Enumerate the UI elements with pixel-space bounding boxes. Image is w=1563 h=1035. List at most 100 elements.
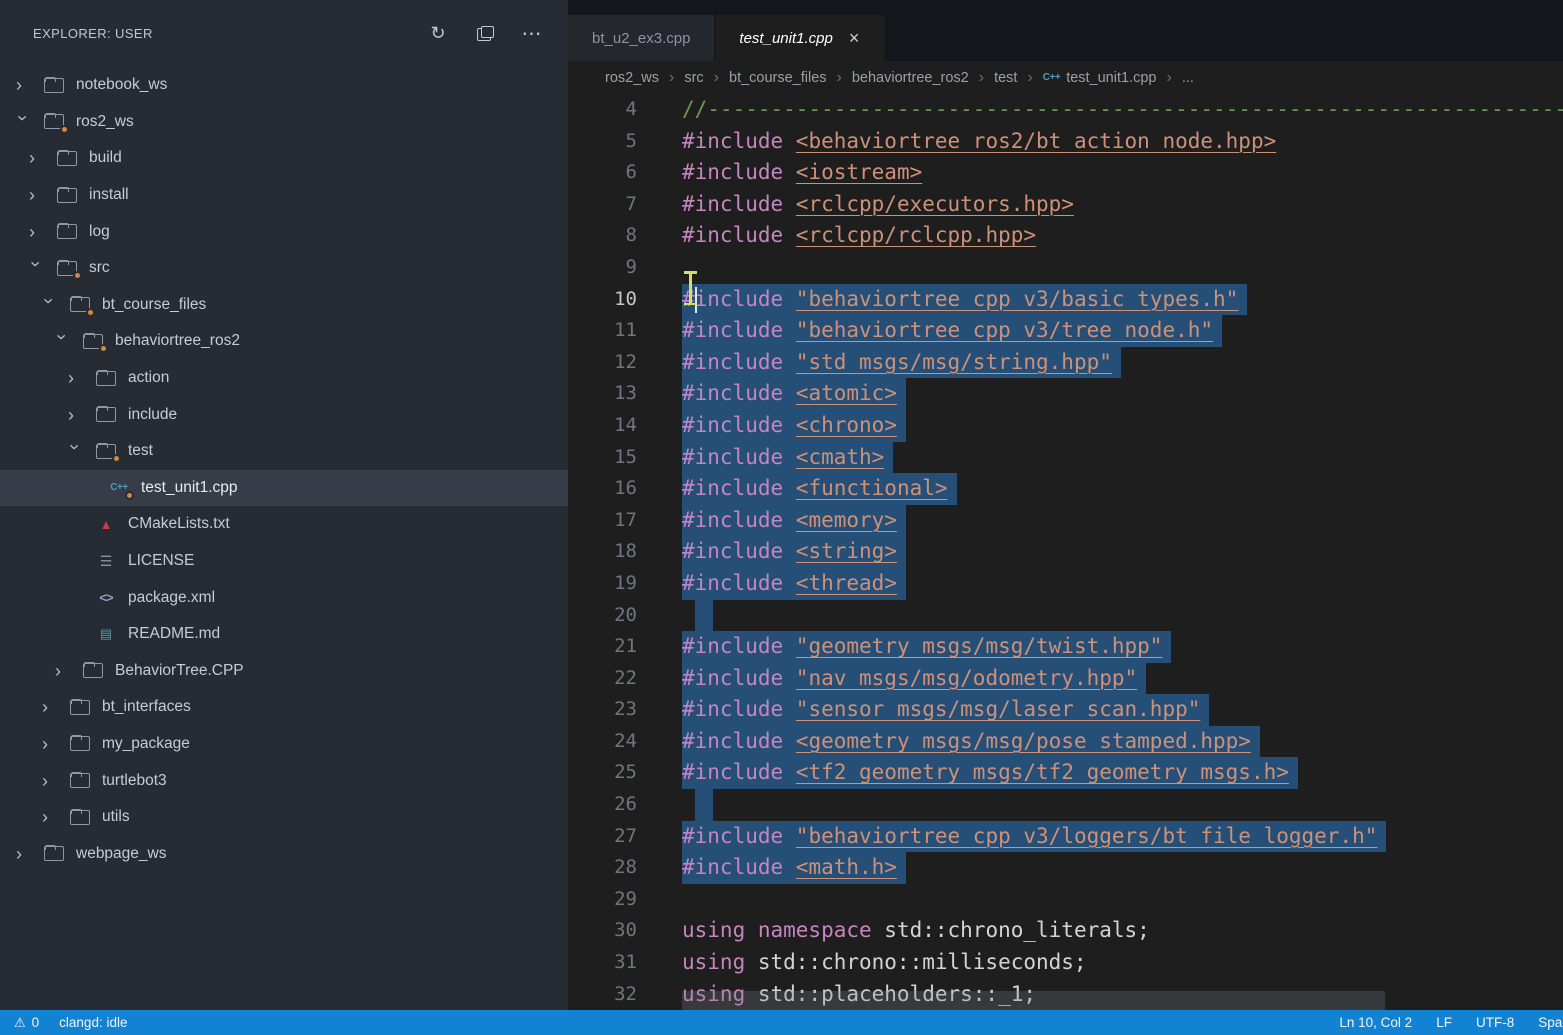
tree-item-turtlebot3[interactable]: ›turtlebot3 <box>0 762 568 799</box>
code-line-30[interactable]: 30using namespace std::chrono_literals; <box>568 915 1563 947</box>
tree-item-build[interactable]: ›build <box>0 140 568 177</box>
selection-highlight: #include "std_msgs/msg/string.hpp" <box>682 347 1121 379</box>
tree-item-install[interactable]: ›install <box>0 177 568 214</box>
tree-item-src[interactable]: ›src <box>0 250 568 287</box>
code-line-15[interactable]: 15#include <cmath> <box>568 442 1563 474</box>
folder-icon <box>96 405 116 425</box>
tab-test_unit1.cpp[interactable]: test_unit1.cpp× <box>715 15 886 61</box>
selection-highlight: #include "nav_msgs/msg/odometry.hpp" <box>682 663 1146 695</box>
tree-item-webpage_ws[interactable]: ›webpage_ws <box>0 835 568 872</box>
breadcrumb-item-ros2_ws[interactable]: ros2_ws <box>605 70 659 86</box>
code-line-28[interactable]: 28#include <math.h> <box>568 852 1563 884</box>
indentation-indicator[interactable]: Spac <box>1538 1015 1563 1030</box>
line-number: 26 <box>568 789 682 821</box>
tree-item-bt_interfaces[interactable]: ›bt_interfaces <box>0 689 568 726</box>
collapse-folders-icon[interactable] <box>475 24 495 44</box>
tree-item-utils[interactable]: ›utils <box>0 799 568 836</box>
code-editor[interactable]: 4//-------------------------------------… <box>568 94 1563 1010</box>
code-line-12[interactable]: 12#include "std_msgs/msg/string.hpp" <box>568 347 1563 379</box>
problems-indicator[interactable]: ⚠ 0 <box>14 1015 39 1031</box>
chevron-right-icon: › <box>14 76 44 94</box>
line-number: 6 <box>568 157 682 189</box>
line-number: 17 <box>568 505 682 537</box>
code-line-7[interactable]: 7#include <rclcpp/executors.hpp> <box>568 189 1563 221</box>
eol-indicator[interactable]: LF <box>1436 1015 1452 1030</box>
tree-item-bt_course_files[interactable]: ›bt_course_files <box>0 287 568 324</box>
chevron-right-icon: › <box>27 186 57 204</box>
tab-bt_u2_ex3.cpp[interactable]: bt_u2_ex3.cpp <box>568 15 715 61</box>
code-line-21[interactable]: 21#include "geometry_msgs/msg/twist.hpp" <box>568 631 1563 663</box>
breadcrumb-item-...[interactable]: ... <box>1182 70 1194 86</box>
clangd-status[interactable]: clangd: idle <box>59 1015 127 1030</box>
breadcrumb: ros2_ws›src›bt_course_files›behaviortree… <box>568 61 1563 94</box>
tree-item-test[interactable]: ›test <box>0 433 568 470</box>
code-line-8[interactable]: 8#include <rclcpp/rclcpp.hpp> <box>568 220 1563 252</box>
line-number: 16 <box>568 473 682 505</box>
code-line-31[interactable]: 31using std::chrono::milliseconds; <box>568 947 1563 979</box>
breadcrumb-separator-icon: › <box>714 69 719 87</box>
tree-item-package.xml[interactable]: <>package.xml <box>0 579 568 616</box>
code-line-10[interactable]: 10#include "behaviortree_cpp_v3/basic_ty… <box>568 284 1563 316</box>
vscode-window: EXPLORER: USER ↻ ⋯ ›notebook_ws›ros2_ws›… <box>0 0 1563 1035</box>
code-line-23[interactable]: 23#include "sensor_msgs/msg/laser_scan.h… <box>568 694 1563 726</box>
tree-item-notebook_ws[interactable]: ›notebook_ws <box>0 67 568 104</box>
breadcrumb-separator-icon: › <box>669 69 674 87</box>
line-text: #include "nav_msgs/msg/odometry.hpp" <box>682 663 1563 695</box>
horizontal-scrollbar[interactable] <box>682 991 1385 1010</box>
tree-item-BehaviorTree.CPP[interactable]: ›BehaviorTree.CPP <box>0 653 568 690</box>
code-line-22[interactable]: 22#include "nav_msgs/msg/odometry.hpp" <box>568 663 1563 695</box>
code-line-26[interactable]: 26 <box>568 789 1563 821</box>
code-line-27[interactable]: 27#include "behaviortree_cpp_v3/loggers/… <box>568 821 1563 853</box>
tree-item-LICENSE[interactable]: ☰LICENSE <box>0 543 568 580</box>
selection-highlight: #include <functional> <box>682 473 957 505</box>
line-text: #include <rclcpp/executors.hpp> <box>682 189 1563 221</box>
code-line-16[interactable]: 16#include <functional> <box>568 473 1563 505</box>
tree-item-my_package[interactable]: ›my_package <box>0 726 568 763</box>
code-token: "geometry_msgs/msg/twist.hpp" <box>796 634 1163 658</box>
breadcrumb-item-test[interactable]: test <box>994 70 1017 86</box>
xml-file-icon: <> <box>96 588 116 608</box>
tree-item-CMakeLists.txt[interactable]: ▲CMakeLists.txt <box>0 506 568 543</box>
breadcrumb-item-bt_course_files[interactable]: bt_course_files <box>729 70 827 86</box>
code-line-14[interactable]: 14#include <chrono> <box>568 410 1563 442</box>
breadcrumb-item-behaviortree_ros2[interactable]: behaviortree_ros2 <box>852 70 969 86</box>
selection-highlight: #include "behaviortree_cpp_v3/basic_type… <box>682 284 1247 316</box>
cursor-position[interactable]: Ln 10, Col 2 <box>1339 1015 1412 1030</box>
chevron-down-icon: › <box>66 442 84 472</box>
folder-icon <box>44 844 64 864</box>
code-token: using <box>682 950 758 974</box>
code-line-18[interactable]: 18#include <string> <box>568 536 1563 568</box>
status-bar-right: Ln 10, Col 2 LF UTF-8 Spac <box>1339 1015 1563 1030</box>
refresh-icon[interactable]: ↻ <box>428 24 448 44</box>
tree-item-log[interactable]: ›log <box>0 213 568 250</box>
code-line-5[interactable]: 5#include <behaviortree_ros2/bt_action_n… <box>568 126 1563 158</box>
tree-item-README.md[interactable]: ▤README.md <box>0 616 568 653</box>
code-line-6[interactable]: 6#include <iostream> <box>568 157 1563 189</box>
code-line-24[interactable]: 24#include <geometry_msgs/msg/pose_stamp… <box>568 726 1563 758</box>
code-line-20[interactable]: 20 <box>568 600 1563 632</box>
tree-item-behaviortree_ros2[interactable]: ›behaviortree_ros2 <box>0 323 568 360</box>
selection-highlight: #include <string> <box>682 536 906 568</box>
code-line-17[interactable]: 17#include <memory> <box>568 505 1563 537</box>
code-line-25[interactable]: 25#include <tf2_geometry_msgs/tf2_geomet… <box>568 757 1563 789</box>
tree-item-test_unit1.cpp[interactable]: C++test_unit1.cpp <box>0 470 568 507</box>
code-line-4[interactable]: 4//-------------------------------------… <box>568 94 1563 126</box>
line-number: 22 <box>568 663 682 695</box>
code-token: "nav_msgs/msg/odometry.hpp" <box>796 666 1137 690</box>
code-line-19[interactable]: 19#include <thread> <box>568 568 1563 600</box>
code-line-9[interactable]: 9 <box>568 252 1563 284</box>
line-number: 23 <box>568 694 682 726</box>
code-line-13[interactable]: 13#include <atomic> <box>568 378 1563 410</box>
tree-item-ros2_ws[interactable]: ›ros2_ws <box>0 104 568 141</box>
breadcrumb-item-src[interactable]: src <box>684 70 703 86</box>
encoding-indicator[interactable]: UTF-8 <box>1476 1015 1514 1030</box>
more-actions-icon[interactable]: ⋯ <box>522 24 542 44</box>
code-line-29[interactable]: 29 <box>568 884 1563 916</box>
folder-icon <box>57 222 77 242</box>
warning-count: 0 <box>32 1015 40 1030</box>
tree-item-include[interactable]: ›include <box>0 396 568 433</box>
tree-item-action[interactable]: ›action <box>0 360 568 397</box>
code-line-11[interactable]: 11#include "behaviortree_cpp_v3/tree_nod… <box>568 315 1563 347</box>
breadcrumb-item-test_unit1.cpp[interactable]: C++test_unit1.cpp <box>1043 70 1157 86</box>
close-icon[interactable]: × <box>847 28 862 49</box>
